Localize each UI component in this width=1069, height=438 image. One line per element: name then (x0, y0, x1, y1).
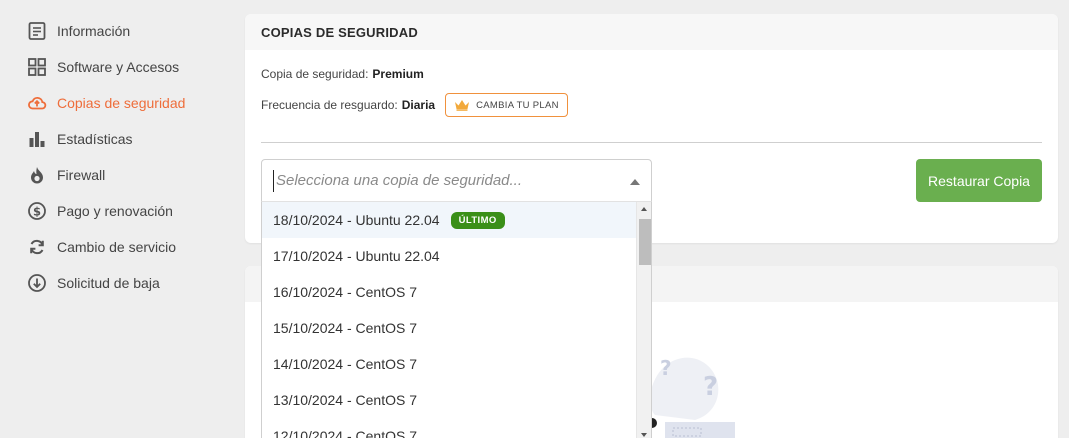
sidebar-item-firewall[interactable]: Firewall (27, 163, 105, 187)
option-label: 17/10/2024 - Ubuntu 22.04 (273, 248, 440, 264)
sidebar-item-pago[interactable]: $ Pago y renovación (27, 199, 173, 223)
dollar-icon: $ (27, 201, 47, 221)
document-icon (27, 21, 47, 41)
scrollbar-thumb[interactable] (639, 219, 651, 265)
caret-up-icon[interactable] (630, 179, 640, 185)
sidebar-item-cambio[interactable]: Cambio de servicio (27, 235, 176, 259)
svg-text:?: ? (660, 356, 672, 380)
dropdown-option[interactable]: 13/10/2024 - CentOS 7 (262, 382, 636, 418)
grid-icon (27, 57, 47, 77)
dropdown-option[interactable]: 14/10/2024 - CentOS 7 (262, 346, 636, 382)
sidebar-item-label: Copias de seguridad (57, 95, 186, 111)
dropdown-option[interactable]: 12/10/2024 - CentOS 7 (262, 418, 636, 438)
option-label: 13/10/2024 - CentOS 7 (273, 392, 417, 408)
backup-select[interactable] (261, 159, 652, 202)
sidebar-item-label: Software y Accesos (57, 59, 180, 75)
card-title: COPIAS DE SEGURIDAD (245, 14, 1058, 50)
backup-type-label: Copia de seguridad: (261, 67, 369, 81)
backup-dropdown-list: 18/10/2024 - Ubuntu 22.04 ÚLTIMO 17/10/2… (261, 201, 652, 438)
sidebar-item-baja[interactable]: Solicitud de baja (27, 271, 160, 295)
cloud-upload-icon (27, 93, 47, 113)
crown-icon (454, 99, 470, 111)
sidebar-item-label: Información (57, 23, 131, 39)
divider (261, 142, 1042, 143)
sidebar-item-label: Solicitud de baja (57, 275, 160, 291)
refresh-icon (27, 237, 47, 257)
fire-icon (27, 165, 47, 185)
svg-text:$: $ (33, 204, 41, 218)
dropdown-scrollbar[interactable] (636, 202, 651, 438)
empty-state-illustration: ? ? (640, 345, 740, 438)
dropdown-option[interactable]: 15/10/2024 - CentOS 7 (262, 310, 636, 346)
sidebar-item-informacion[interactable]: Información (27, 19, 130, 43)
restore-backup-button[interactable]: Restaurar Copia (916, 159, 1042, 202)
sidebar: Información Software y Accesos Copias de… (0, 0, 240, 438)
svg-text:?: ? (703, 372, 718, 402)
sidebar-item-estadisticas[interactable]: Estadísticas (27, 127, 132, 151)
option-label: 14/10/2024 - CentOS 7 (273, 356, 417, 372)
dropdown-option[interactable]: 17/10/2024 - Ubuntu 22.04 (262, 238, 636, 274)
text-cursor (273, 169, 274, 192)
dropdown-option[interactable]: 18/10/2024 - Ubuntu 22.04 ÚLTIMO (262, 202, 636, 238)
dropdown-option[interactable]: 16/10/2024 - CentOS 7 (262, 274, 636, 310)
scroll-up-icon[interactable] (641, 207, 647, 211)
frequency-line: Frecuencia de resguardo: Diaria CAMBIA T… (261, 93, 568, 117)
option-label: 16/10/2024 - CentOS 7 (273, 284, 417, 300)
sidebar-item-software[interactable]: Software y Accesos (27, 55, 179, 79)
change-plan-label: CAMBIA TU PLAN (476, 99, 559, 111)
frequency-value: Diaria (401, 98, 436, 112)
arrow-down-circle-icon (27, 273, 47, 293)
frequency-label: Frecuencia de resguardo: (261, 98, 398, 112)
backup-type-value: Premium (372, 67, 424, 81)
sidebar-item-copias[interactable]: Copias de seguridad (27, 91, 185, 115)
bar-chart-icon (27, 129, 47, 149)
latest-badge: ÚLTIMO (450, 211, 505, 229)
sidebar-item-label: Cambio de servicio (57, 239, 177, 255)
option-label: 18/10/2024 - Ubuntu 22.04 (273, 212, 440, 228)
option-label: 12/10/2024 - CentOS 7 (273, 428, 417, 438)
scroll-down-icon[interactable] (641, 433, 647, 437)
sidebar-item-label: Firewall (57, 167, 106, 183)
backup-search-input[interactable] (276, 172, 606, 189)
sidebar-item-label: Estadísticas (57, 131, 133, 147)
change-plan-button[interactable]: CAMBIA TU PLAN (445, 93, 568, 117)
sidebar-item-label: Pago y renovación (57, 203, 173, 219)
option-label: 15/10/2024 - CentOS 7 (273, 320, 417, 336)
backup-type-line: Copia de seguridad: Premium (261, 67, 424, 81)
